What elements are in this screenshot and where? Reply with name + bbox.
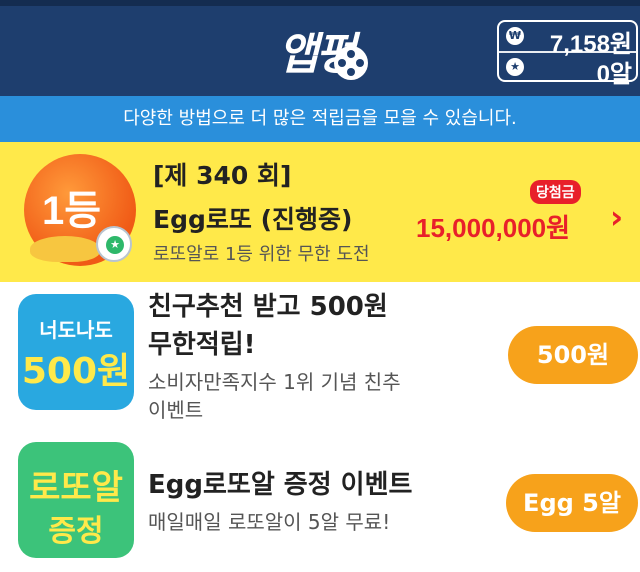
reward-button[interactable]: 500원 [508, 326, 638, 384]
balance-panel[interactable]: ₩ 7,158원 ★ 0알 [497, 20, 638, 88]
lotto-card[interactable]: 1등 ★ [제 340 회] Egg로또 (진행중) 로또알로 1등 위한 무한… [0, 142, 640, 282]
offer-description-line2: 이벤트 [148, 398, 204, 422]
offer-title-line2: 무한적립! [148, 330, 256, 360]
list-item[interactable]: 로또알 증정 Egg로또알 증정 이벤트 매일매일 로또알이 5알 무료! Eg… [0, 432, 640, 572]
lotto-gift-icon: 로또알 증정 [18, 442, 134, 558]
icon-label-top: 로또알 [29, 468, 123, 508]
status-bar [0, 0, 640, 6]
coin-icon: ₩ [506, 27, 524, 45]
chevron-right-icon[interactable]: › [610, 198, 623, 236]
lotto-round: [제 340 회] [153, 161, 292, 190]
balance-divider [499, 51, 636, 53]
app-header: 앱펑 ₩ 7,158원 ★ 0알 [0, 0, 640, 96]
gold-coins-icon [30, 236, 100, 262]
reward-button[interactable]: Egg 5알 [506, 474, 638, 532]
list-item[interactable]: 너도나도 500원 친구추천 받고 500원 무한적립! 소비자만족지수 1위 … [0, 282, 640, 432]
offer-title: Egg로또알 증정 이벤트 [148, 470, 413, 500]
icon-label-top: 너도나도 [39, 318, 113, 342]
lotto-ball-icon: ★ [96, 226, 132, 262]
prize-amount: 15,000,000원 [416, 213, 571, 243]
lotto-subtitle: 로또알로 1등 위한 무한 도전 [153, 244, 370, 265]
film-reel-icon [334, 46, 368, 80]
app-logo[interactable]: 앱펑 [276, 16, 386, 82]
lotto-badge-icon: 1등 ★ [24, 154, 136, 266]
egg-balance: 0알 [596, 61, 632, 88]
icon-label-bottom: 500원 [21, 351, 131, 392]
friend-referral-icon: 너도나도 500원 [18, 294, 134, 410]
lotto-title: Egg로또 (진행중) [153, 205, 353, 234]
prize-label-badge: 당첨금 [530, 180, 581, 204]
offer-description: 매일매일 로또알이 5알 무료! [148, 510, 391, 534]
icon-label-bottom: 증정 [48, 514, 104, 549]
star-icon: ★ [506, 58, 524, 76]
offer-title: 친구추천 받고 500원 [148, 292, 388, 322]
info-banner: 다양한 방법으로 더 많은 적립금을 모을 수 있습니다. [0, 96, 640, 142]
badge-rank: 1등 [42, 189, 102, 233]
offer-description: 소비자만족지수 1위 기념 친추 [148, 370, 401, 394]
